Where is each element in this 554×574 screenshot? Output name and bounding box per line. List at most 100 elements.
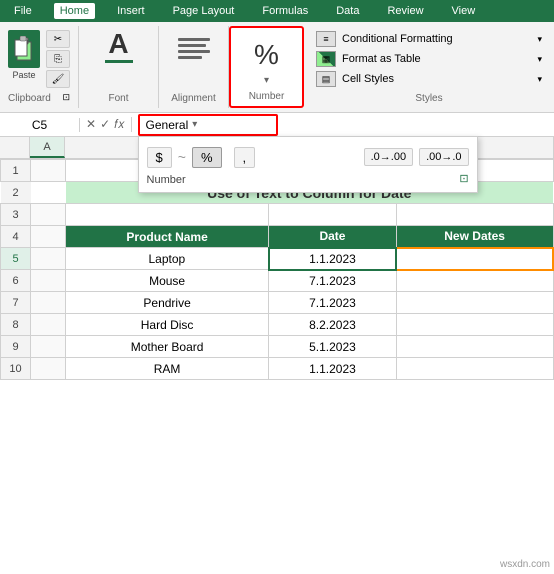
font-label: Font — [108, 91, 128, 104]
cell-c8[interactable]: 8.2.2023 — [269, 314, 397, 336]
cell-d5[interactable] — [396, 248, 553, 270]
cell-d8[interactable] — [396, 314, 553, 336]
cell-c9[interactable]: 5.1.2023 — [269, 336, 397, 358]
number-label: Number — [249, 89, 285, 102]
cell-d10[interactable] — [396, 358, 553, 380]
cell-b6[interactable]: Mouse — [66, 270, 269, 292]
format-table-icon: ▦ — [316, 51, 336, 67]
cell-d7[interactable] — [396, 292, 553, 314]
table-row: 7 Pendrive 7.1.2023 — [1, 292, 554, 314]
font-letter: A — [108, 30, 128, 58]
menu-item-view[interactable]: View — [446, 3, 482, 19]
row-number: 4 — [1, 226, 31, 248]
confirm-formula-icon[interactable]: ✓ — [100, 117, 110, 132]
cell-a5[interactable] — [31, 248, 66, 270]
percent-icon: % — [250, 35, 283, 75]
cell-a7[interactable] — [31, 292, 66, 314]
watermark: wsxdn.com — [500, 559, 550, 570]
alignment-label: Alignment — [171, 91, 215, 104]
menu-item-formulas[interactable]: Formulas — [256, 3, 314, 19]
number-group: % ▾ Number — [229, 26, 304, 108]
menu-item-home[interactable]: Home — [54, 3, 95, 19]
insert-function-icon[interactable]: 𝑓𝑥 — [114, 117, 124, 132]
table-row: 6 Mouse 7.1.2023 — [1, 270, 554, 292]
format-as-table-button[interactable]: ▦ Format as Table ▾ — [312, 50, 546, 68]
menu-item-review[interactable]: Review — [381, 3, 429, 19]
cell-a8[interactable] — [31, 314, 66, 336]
comma-button[interactable]: , — [234, 147, 256, 168]
font-icon: A — [105, 30, 133, 63]
cell-a6[interactable] — [31, 270, 66, 292]
cell-d6[interactable] — [396, 270, 553, 292]
conditional-formatting-button[interactable]: ≡ Conditional Formatting ▾ — [312, 30, 546, 48]
decrease-decimal-button[interactable]: .00→.0 — [419, 148, 468, 166]
new-dates-header: New Dates — [396, 226, 553, 248]
cell-a10[interactable] — [31, 358, 66, 380]
date-header: Date — [269, 226, 397, 248]
table-row: 9 Mother Board 5.1.2023 — [1, 336, 554, 358]
corner-cell — [0, 137, 30, 158]
clipboard-group: Paste ✂ ⎘ 🖌 Clipboard ⊡ — [0, 26, 79, 108]
clipboard-label: Clipboard — [8, 91, 51, 104]
cell-c5[interactable]: 1.1.2023 — [269, 248, 397, 270]
number-format-area: General ▾ $ ~ % , .0→.00 .00→.0 Number ⊡ — [132, 114, 554, 136]
menu-item-file[interactable]: File — [8, 3, 38, 19]
cell-d3[interactable] — [396, 204, 553, 226]
cell-b5[interactable]: Laptop — [66, 248, 269, 270]
cancel-formula-icon[interactable]: ✕ — [86, 117, 96, 132]
cell-b7[interactable]: Pendrive — [66, 292, 269, 314]
row-number: 7 — [1, 292, 31, 314]
copy-button[interactable]: ⎘ — [46, 50, 70, 68]
row-number: 10 — [1, 358, 31, 380]
cell-c10[interactable]: 1.1.2023 — [269, 358, 397, 380]
alignment-icon — [174, 30, 214, 67]
number-arrows: ▾ — [264, 75, 269, 86]
row-number: 5 — [1, 248, 31, 270]
row-number: 9 — [1, 336, 31, 358]
alignment-group: Alignment — [159, 26, 229, 108]
percent-button[interactable]: % — [192, 147, 222, 168]
paste-button[interactable]: Paste — [8, 30, 40, 80]
cell-styles-button[interactable]: ▤ Cell Styles ▾ — [312, 70, 546, 88]
ribbon-content: Paste ✂ ⎘ 🖌 Clipboard ⊡ A Font — [0, 22, 554, 112]
cell-b9[interactable]: Mother Board — [66, 336, 269, 358]
cell-c3[interactable] — [269, 204, 397, 226]
cell-a2[interactable] — [31, 182, 66, 204]
table-row: 8 Hard Disc 8.2.2023 — [1, 314, 554, 336]
cell-b8[interactable]: Hard Disc — [66, 314, 269, 336]
increase-decimal-button[interactable]: .0→.00 — [364, 148, 413, 166]
cell-d9[interactable] — [396, 336, 553, 358]
number-panel-row: $ ~ % , .0→.00 .00→.0 — [147, 143, 469, 172]
number-panel-expand[interactable]: ⊡ — [459, 172, 468, 185]
paste-icon — [8, 30, 40, 68]
cell-reference[interactable]: C5 — [0, 118, 80, 132]
number-panel-label: Number — [147, 174, 186, 186]
row-number: 1 — [1, 160, 31, 182]
cell-c6[interactable]: 7.1.2023 — [269, 270, 397, 292]
currency-button[interactable]: $ — [147, 147, 172, 168]
number-format-dropdown[interactable]: General ▾ — [138, 114, 278, 136]
row-number: 2 — [1, 182, 31, 204]
cell-a3[interactable] — [31, 204, 66, 226]
format-painter-button[interactable]: 🖌 — [46, 70, 70, 88]
cell-a4[interactable] — [31, 226, 66, 248]
menu-item-data[interactable]: Data — [330, 3, 365, 19]
cell-a1[interactable] — [31, 160, 66, 182]
format-as-table-label: Format as Table — [342, 53, 421, 65]
ribbon: Paste ✂ ⎘ 🖌 Clipboard ⊡ A Font — [0, 22, 554, 113]
clipboard-expand[interactable]: ⊡ — [62, 92, 70, 103]
menu-item-page layout[interactable]: Page Layout — [167, 3, 241, 19]
row-number: 6 — [1, 270, 31, 292]
cut-button[interactable]: ✂ — [46, 30, 70, 48]
paste-label: Paste — [12, 70, 35, 80]
cell-b3[interactable] — [66, 204, 269, 226]
formula-bar: C5 ✕ ✓ 𝑓𝑥 General ▾ $ ~ % , .0→.00 .00→.… — [0, 113, 554, 137]
font-underline — [105, 60, 133, 63]
cell-a9[interactable] — [31, 336, 66, 358]
cell-styles-icon: ▤ — [316, 71, 336, 87]
cell-c7[interactable]: 7.1.2023 — [269, 292, 397, 314]
formula-icons: ✕ ✓ 𝑓𝑥 — [80, 117, 132, 132]
cell-b10[interactable]: RAM — [66, 358, 269, 380]
table-row: 5 Laptop 1.1.2023 — [1, 248, 554, 270]
menu-item-insert[interactable]: Insert — [111, 3, 151, 19]
